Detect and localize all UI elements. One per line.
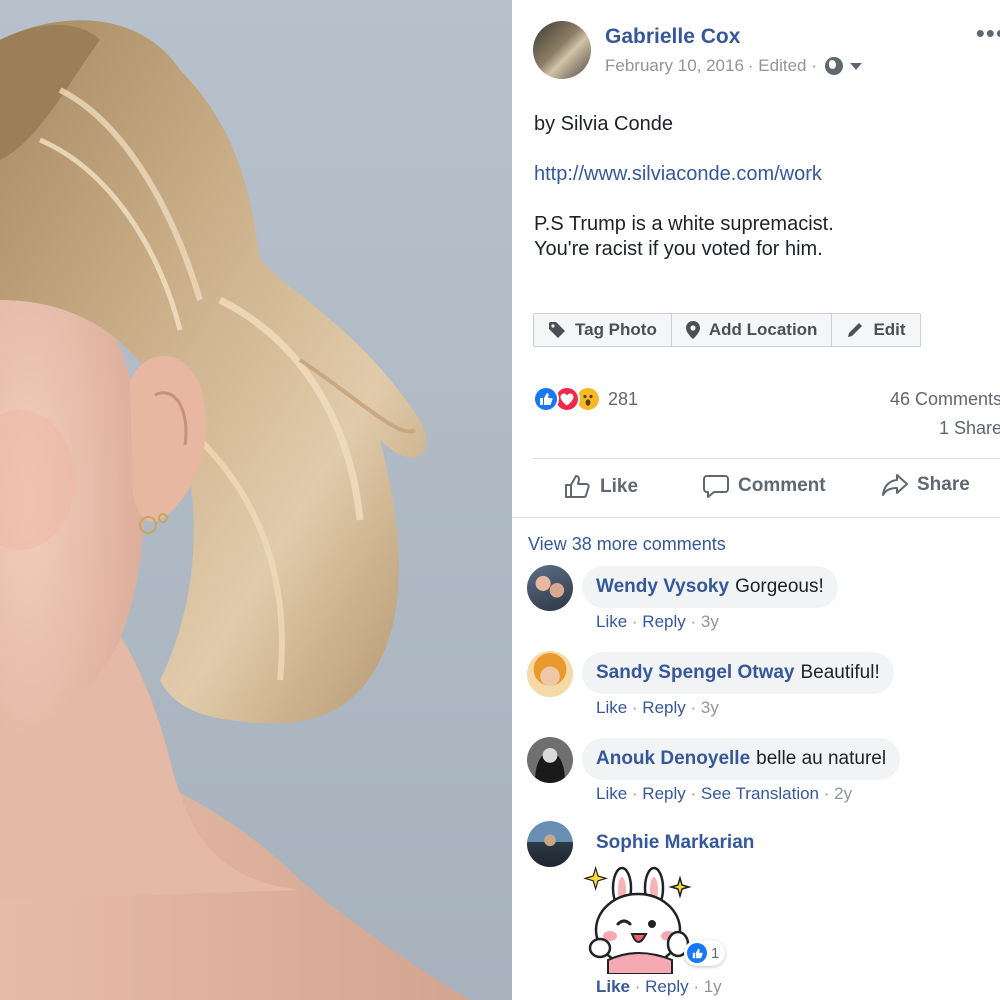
comment-bubble: Sandy Spengel Otway Beautiful! [582,652,894,694]
comment-actions: Like · Reply · 1y [596,977,722,996]
photo-actions: Tag Photo Add Location Edit [533,313,921,347]
add-location-label: Add Location [708,320,818,339]
post-link[interactable]: http://www.silviaconde.com/work [534,163,822,186]
author-avatar[interactable] [533,21,591,79]
comment-author[interactable]: Wendy Vysoky [596,576,729,598]
comment-like-link[interactable]: Like [596,612,627,631]
edit-button[interactable]: Edit [832,314,919,346]
comment-reply-link[interactable]: Reply [645,977,688,996]
edit-label: Edit [873,320,906,339]
tag-icon [549,322,565,338]
comment-like-link[interactable]: Like [596,698,627,717]
add-location-button[interactable]: Add Location [672,314,833,346]
tag-photo-button[interactable]: Tag Photo [534,314,672,346]
comment-like-link[interactable]: Like [596,784,627,803]
post-panel: Gabrielle Cox February 10, 2016 · Edited… [512,0,1000,1000]
comment-like-count: 1 [711,944,720,962]
commenter-avatar[interactable] [527,565,573,611]
reactions-count: 281 [608,388,639,409]
like-reaction-icon [687,943,707,963]
share-label: Share [917,474,970,495]
comment-actions: Like · Reply · 3y [596,612,719,631]
post-text-line-1: by Silvia Conde [534,113,673,135]
post-text-line-3: P.S Trump is a white supremacist. [534,213,834,235]
globe-icon [824,57,843,75]
post-photo[interactable] [0,0,512,1000]
divider [533,458,1000,459]
comment-time[interactable]: 1y [704,977,722,996]
comment-bubble: Wendy Vysoky Gorgeous! [582,566,838,608]
privacy-dropdown-caret-icon[interactable] [849,62,862,70]
more-options-icon[interactable]: ••• [976,18,1000,49]
comment-like-link[interactable]: Like [596,977,630,996]
post-date[interactable]: February 10, 2016 [605,56,744,76]
comments-count[interactable]: 46 Comments [890,389,1000,410]
comment-actions: Like · Reply · See Translation · 2y [596,784,853,803]
comment-button[interactable]: Comment [703,474,826,498]
post-meta: February 10, 2016 · Edited · [605,56,862,76]
commenter-avatar[interactable] [527,821,573,867]
comment-author[interactable]: Anouk Denoyelle [596,748,750,770]
comment-text: belle au naturel [756,748,887,769]
comment-like-badge[interactable]: 1 [684,940,726,966]
comment-author[interactable]: Sophie Markarian [596,832,754,854]
comment-time[interactable]: 3y [701,612,719,631]
comment-text: Gorgeous! [735,576,824,597]
comment-time[interactable]: 3y [701,698,719,717]
comment-label: Comment [738,475,826,496]
comment-time[interactable]: 2y [834,784,852,803]
see-translation-link[interactable]: See Translation [701,784,819,803]
location-pin-icon [685,321,700,339]
like-label: Like [600,475,639,497]
pencil-icon [848,323,863,337]
comment-actions: Like · Reply · 3y [596,698,719,717]
like-reaction-icon [533,386,559,412]
comment-reply-link[interactable]: Reply [642,698,685,717]
view-more-comments-link[interactable]: View 38 more comments [528,534,726,555]
comment-text: Beautiful! [800,662,880,683]
post-text-line-4: You're racist if you voted for him. [534,238,823,260]
comment-bubble: Anouk Denoyelle belle au naturel [582,738,901,780]
woman-portrait-image [0,20,470,1000]
share-arrow-icon [882,474,908,496]
tag-photo-label: Tag Photo [575,320,657,339]
author-name[interactable]: Gabrielle Cox [605,25,740,49]
divider [512,517,1000,518]
share-button[interactable]: Share [882,474,970,496]
commenter-avatar[interactable] [527,737,573,783]
comment-reply-link[interactable]: Reply [642,612,685,631]
comment-author[interactable]: Sandy Spengel Otway [596,662,795,684]
commenter-avatar[interactable] [527,651,573,697]
bunny-sticker[interactable] [580,858,698,974]
reactions-summary[interactable]: 281 [533,386,638,412]
like-button[interactable]: Like [564,474,638,499]
shares-count[interactable]: 1 Share [939,418,1000,439]
thumbs-up-icon [565,475,590,498]
speech-bubble-icon [703,475,729,498]
edited-label[interactable]: · Edited · [748,56,817,76]
comment-reply-link[interactable]: Reply [642,784,685,803]
